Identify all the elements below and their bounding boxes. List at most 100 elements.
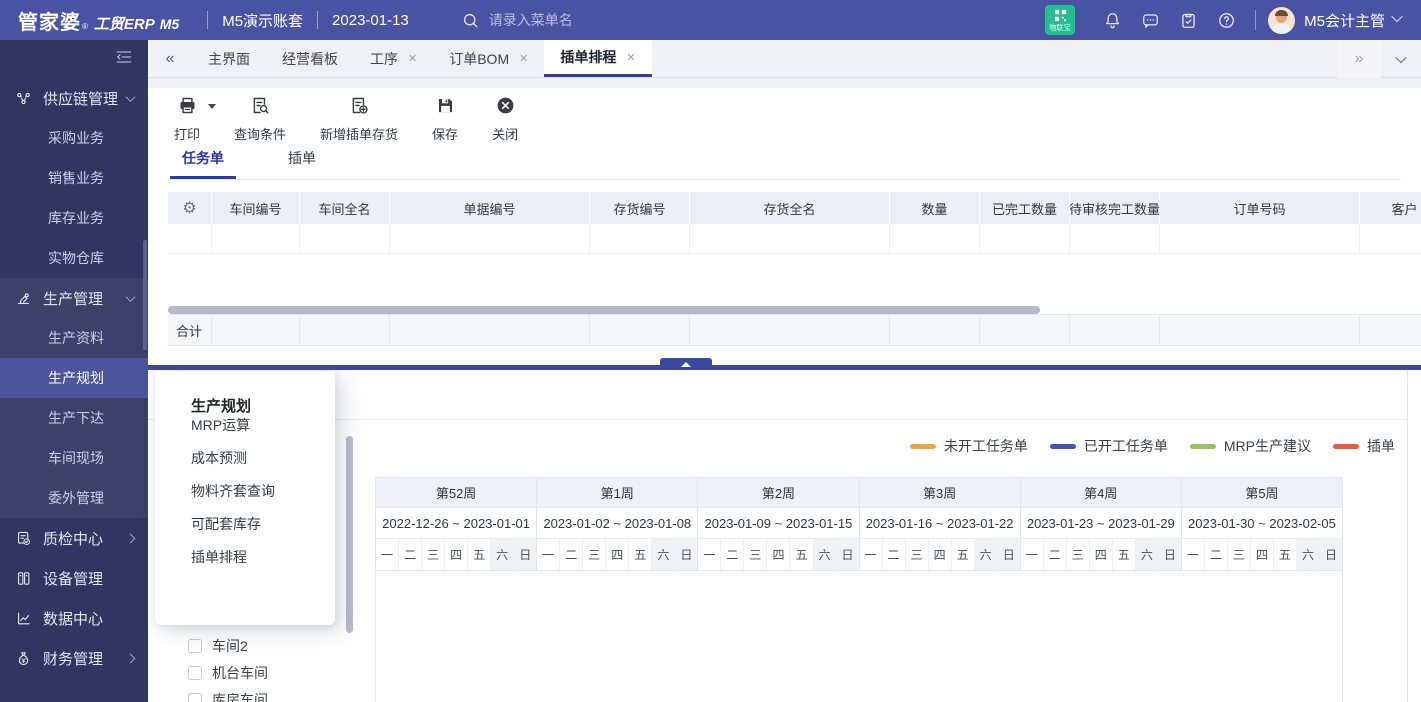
column-header-待审核完工数量[interactable]: 待审核完工数量: [1070, 192, 1160, 224]
sidebar-collapse-button[interactable]: [0, 40, 148, 78]
gantt-day-cell[interactable]: 一: [537, 539, 560, 570]
subtab-任务单[interactable]: 任务单: [170, 140, 236, 179]
iot-badge-button[interactable]: 物联宝: [1045, 5, 1075, 35]
tab-经营看板[interactable]: 经营看板: [266, 40, 354, 77]
flyout-menu-item-插单排程[interactable]: 插单排程: [155, 541, 335, 574]
gantt-day-cell[interactable]: 三: [1067, 539, 1090, 570]
gantt-day-cell[interactable]: 四: [606, 539, 629, 570]
sidebar-item-生产下达[interactable]: 生产下达: [0, 398, 148, 438]
gantt-day-cell[interactable]: 二: [721, 539, 744, 570]
gantt-day-cell[interactable]: 四: [445, 539, 468, 570]
gantt-day-cell[interactable]: 五: [468, 539, 491, 570]
gantt-day-cell[interactable]: 日: [837, 539, 859, 570]
gantt-day-cell[interactable]: 一: [698, 539, 721, 570]
gantt-day-cell[interactable]: 六: [975, 539, 998, 570]
gantt-day-cell[interactable]: 三: [744, 539, 767, 570]
column-header-订单号码[interactable]: 订单号码: [1160, 192, 1360, 224]
toolbar-button-查询条件[interactable]: 查询条件: [234, 95, 286, 143]
gantt-day-cell[interactable]: 五: [952, 539, 975, 570]
sidebar-scrollbar[interactable]: [143, 240, 147, 350]
close-tab-icon[interactable]: ✕: [626, 51, 635, 64]
checkbox-unchecked[interactable]: [188, 693, 202, 702]
workshop-item-机台车间[interactable]: 机台车间: [168, 659, 343, 686]
flyout-menu-item-可配套库存[interactable]: 可配套库存: [155, 508, 335, 541]
column-header-存货全名[interactable]: 存货全名: [690, 192, 890, 224]
horizontal-scrollbar-thumb[interactable]: [168, 306, 1040, 314]
gantt-day-cell[interactable]: 三: [422, 539, 445, 570]
column-header-单据编号[interactable]: 单据编号: [390, 192, 590, 224]
gantt-day-cell[interactable]: 五: [629, 539, 652, 570]
sidebar-group-header-finance[interactable]: 财务管理: [0, 638, 148, 678]
toolbar-button-关闭[interactable]: 关闭: [492, 95, 518, 143]
column-header-车间全名[interactable]: 车间全名: [300, 192, 390, 224]
sidebar-item-委外管理[interactable]: 委外管理: [0, 478, 148, 518]
messages-icon[interactable]: [1131, 11, 1169, 30]
column-header-客户[interactable]: 客户: [1360, 192, 1421, 224]
sidebar-item-车间现场[interactable]: 车间现场: [0, 438, 148, 478]
gantt-day-cell[interactable]: 六: [652, 539, 675, 570]
gantt-day-cell[interactable]: 三: [583, 539, 606, 570]
gantt-day-cell[interactable]: 四: [929, 539, 952, 570]
sidebar-item-实物仓库[interactable]: 实物仓库: [0, 238, 148, 278]
gantt-day-cell[interactable]: 一: [1021, 539, 1044, 570]
tasks-clipboard-icon[interactable]: [1169, 11, 1207, 30]
close-tab-icon[interactable]: ✕: [408, 52, 417, 65]
gantt-day-cell[interactable]: 二: [1044, 539, 1067, 570]
flyout-menu-item-MRP运算[interactable]: MRP运算: [155, 409, 335, 442]
gantt-day-cell[interactable]: 二: [560, 539, 583, 570]
gantt-day-cell[interactable]: 四: [767, 539, 790, 570]
gantt-day-cell[interactable]: 三: [1228, 539, 1251, 570]
flyout-menu-item-成本预测[interactable]: 成本预测: [155, 442, 335, 475]
gantt-day-cell[interactable]: 四: [1090, 539, 1113, 570]
sidebar-item-库存业务[interactable]: 库存业务: [0, 198, 148, 238]
tab-插单排程[interactable]: 插单排程✕: [544, 40, 651, 77]
help-icon[interactable]: [1207, 11, 1245, 30]
workshop-item-库房车间[interactable]: 库房车间: [168, 686, 343, 702]
gantt-day-cell[interactable]: 五: [1274, 539, 1297, 570]
sidebar-item-生产资料[interactable]: 生产资料: [0, 318, 148, 358]
workshop-item-车间2[interactable]: 车间2: [168, 632, 343, 659]
gantt-day-cell[interactable]: 六: [491, 539, 514, 570]
column-header-车间编号[interactable]: 车间编号: [212, 192, 300, 224]
toolbar-button-打印[interactable]: 打印: [174, 95, 200, 143]
tab-订单BOM[interactable]: 订单BOM✕: [433, 40, 544, 77]
gantt-day-cell[interactable]: 日: [675, 539, 697, 570]
gantt-day-cell[interactable]: 日: [998, 539, 1020, 570]
menu-search-input[interactable]: [489, 12, 639, 28]
gantt-day-cell[interactable]: 二: [399, 539, 422, 570]
tab-主界面[interactable]: 主界面: [192, 40, 266, 77]
gantt-day-cell[interactable]: 四: [1251, 539, 1274, 570]
checkbox-unchecked[interactable]: [188, 666, 202, 680]
notifications-bell-icon[interactable]: [1093, 11, 1131, 30]
gantt-day-cell[interactable]: 二: [883, 539, 906, 570]
gantt-day-cell[interactable]: 一: [860, 539, 883, 570]
column-header-存货编号[interactable]: 存货编号: [590, 192, 690, 224]
user-name[interactable]: M5会计主管: [1304, 10, 1385, 31]
gantt-day-cell[interactable]: 二: [1205, 539, 1228, 570]
gantt-day-cell[interactable]: 日: [1320, 539, 1342, 570]
subtab-插单[interactable]: 插单: [276, 140, 328, 179]
checkbox-unchecked[interactable]: [188, 639, 202, 653]
gantt-day-cell[interactable]: 日: [514, 539, 536, 570]
gantt-day-cell[interactable]: 五: [790, 539, 813, 570]
column-header-已完工数量[interactable]: 已完工数量: [980, 192, 1070, 224]
sidebar-item-采购业务[interactable]: 采购业务: [0, 118, 148, 158]
gantt-day-cell[interactable]: 六: [1136, 539, 1159, 570]
sidebar-group-header-data-center[interactable]: 数据中心: [0, 598, 148, 638]
dropdown-caret-icon[interactable]: [208, 104, 216, 109]
tab-scroll-left-button[interactable]: «: [148, 40, 192, 77]
toolbar-button-保存[interactable]: 保存: [432, 95, 458, 143]
account-name[interactable]: M5演示账套: [222, 10, 303, 31]
tab-list-dropdown[interactable]: [1381, 55, 1421, 63]
sidebar-group-header-equipment[interactable]: 设备管理: [0, 558, 148, 598]
flyout-menu-item-物料齐套查询[interactable]: 物料齐套查询: [155, 475, 335, 508]
workshop-list-scrollbar[interactable]: [346, 436, 353, 633]
business-date[interactable]: 2023-01-13: [332, 12, 409, 29]
collapse-panel-button[interactable]: [660, 358, 712, 370]
sidebar-group-header-production[interactable]: 生产管理: [0, 278, 148, 318]
gantt-day-cell[interactable]: 三: [906, 539, 929, 570]
toolbar-button-新增插单存货[interactable]: 新增插单存货: [320, 95, 398, 143]
gantt-day-cell[interactable]: 六: [1297, 539, 1320, 570]
table-settings-cell[interactable]: ⚙: [168, 192, 212, 224]
sidebar-item-销售业务[interactable]: 销售业务: [0, 158, 148, 198]
